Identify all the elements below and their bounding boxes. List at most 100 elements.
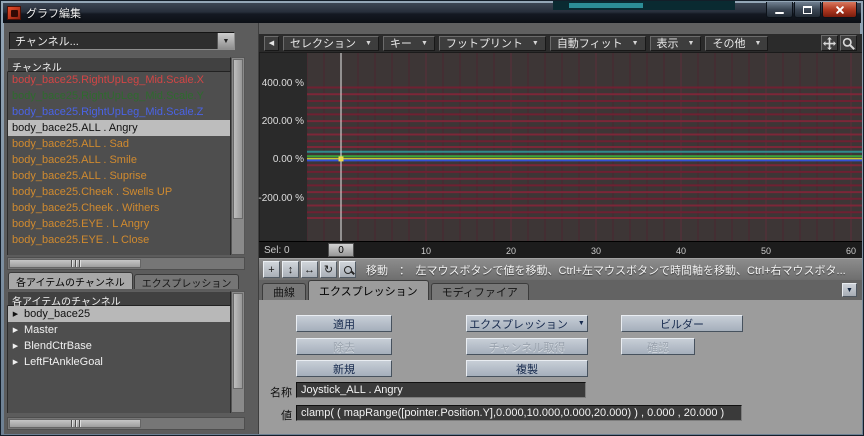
pan-tool-button[interactable] bbox=[821, 35, 838, 51]
menu-label: フットプリント bbox=[445, 38, 523, 50]
minimize-button[interactable] bbox=[766, 2, 793, 18]
chevron-down-icon[interactable]: ▼ bbox=[217, 33, 234, 49]
item-tree-hscrollbar[interactable] bbox=[7, 417, 245, 430]
channel-row[interactable]: body_bace25.Cheek . Withers bbox=[8, 200, 230, 216]
maximize-icon bbox=[803, 5, 812, 14]
channel-row[interactable]: body_bace25.RightUpLeg_Mid.Scale.X bbox=[8, 72, 230, 88]
channel-row[interactable]: body_bace25.RightUpLeg_Mid.Scale.Z bbox=[8, 104, 230, 120]
x-tick-label: 20 bbox=[505, 246, 516, 256]
tab-item-channels[interactable]: 各アイテムのチャンネル bbox=[8, 272, 133, 289]
graph-toolbar-icons bbox=[821, 35, 857, 51]
toolbar-menu-footprint[interactable]: フットプリント ▼ bbox=[438, 35, 546, 51]
graph-toolbar: ◀ セレクション ▼ キー ▼ フットプリント ▼ 自動フィット ▼ 表示 ▼ その他 ▼ bbox=[259, 34, 862, 53]
y-axis-label: 0.00 % bbox=[272, 154, 304, 165]
apply-button[interactable]: 適用 bbox=[296, 315, 392, 332]
scrollbar-handle[interactable] bbox=[9, 419, 141, 428]
tab-expression-list[interactable]: エクスプレッション bbox=[133, 274, 240, 290]
tree-item[interactable]: ▶ Master bbox=[8, 322, 230, 338]
new-button[interactable]: 新規 bbox=[296, 360, 392, 377]
tree-item[interactable]: ▶ LeftFtAnkleGoal bbox=[8, 354, 230, 370]
expand-arrow-icon[interactable]: ▶ bbox=[11, 358, 20, 366]
button-label: 新規 bbox=[333, 363, 355, 376]
zoom-tool-button[interactable] bbox=[840, 35, 857, 51]
button-label: エクスプレッション bbox=[469, 318, 568, 331]
expand-arrow-icon[interactable]: ▶ bbox=[11, 310, 20, 318]
toolbar-menu-key[interactable]: キー ▼ bbox=[382, 35, 435, 51]
builder-button[interactable]: ビルダー bbox=[621, 315, 743, 332]
strip-buttons: + ↕ ↔ ↻ bbox=[263, 261, 356, 278]
window-title: グラフ編集 bbox=[26, 8, 81, 20]
item-tree: ▶ body_bace25 ▶ Master ▶ BlendCtrBase ▶ LeftFtA… bbox=[7, 306, 231, 413]
toolbar-menu-selection[interactable]: セレクション ▼ bbox=[283, 35, 379, 51]
menu-label: 自動フィット bbox=[556, 38, 623, 50]
tree-item-label: BlendCtrBase bbox=[24, 340, 92, 352]
graph-edit-window: グラフ編集 チャンネル... ▼ チャンネル body_bace25.Right… bbox=[0, 0, 864, 436]
tree-item[interactable]: ▶ body_bace25 bbox=[8, 306, 230, 322]
channel-row[interactable]: body_bace25.ALL . Smile bbox=[8, 152, 230, 168]
region-zoom-button[interactable] bbox=[339, 261, 356, 278]
channel-list-header: チャンネル bbox=[7, 57, 231, 74]
x-tick-label: 60 bbox=[845, 246, 856, 256]
background-window-fragment bbox=[553, 1, 735, 10]
tool-strip: + ↕ ↔ ↻ 移動 ： 左マウスボタンで値を移動、Ctrl+左マウスボタンで時間軸を… bbox=[259, 258, 862, 280]
move-vertical-button[interactable]: ↕ bbox=[282, 261, 299, 278]
channel-row[interactable]: body_bace25.ALL . Angry bbox=[8, 120, 230, 136]
channel-row[interactable]: body_bace25.ALL . Sad bbox=[8, 136, 230, 152]
channel-row[interactable]: body_bace25.EYE . L Angry bbox=[8, 216, 230, 232]
expand-arrow-icon[interactable]: ▶ bbox=[11, 342, 20, 350]
current-frame-indicator[interactable]: 0 bbox=[328, 243, 354, 257]
channel-row[interactable]: body_bace25.EYE . L Close bbox=[8, 232, 230, 248]
status-hint: 移動 ： 左マウスボタンで値を移動、Ctrl+左マウスボタンで時間軸を移動、Ct… bbox=[366, 264, 846, 277]
selection-count: Sel: 0 bbox=[264, 245, 290, 256]
channel-row[interactable]: body_bace25.ALL . Suprise bbox=[8, 168, 230, 184]
channel-list-hscrollbar[interactable] bbox=[7, 257, 245, 270]
remove-button[interactable]: 除去 bbox=[296, 338, 392, 355]
item-tree-scrollbar[interactable] bbox=[231, 291, 245, 413]
expression-value-field[interactable]: clamp( ( mapRange([pointer.Position.Y],0… bbox=[296, 405, 742, 421]
move-keys-button[interactable]: + bbox=[263, 261, 280, 278]
x-tick-label: 10 bbox=[420, 246, 431, 256]
duplicate-button[interactable]: 複製 bbox=[466, 360, 588, 377]
tab-curve[interactable]: 曲線 bbox=[262, 283, 306, 300]
time-ruler[interactable]: Sel: 0 10 20 30 40 50 60 0 bbox=[259, 241, 862, 258]
scrollbar-handle[interactable] bbox=[233, 293, 243, 389]
toolbar-menu-autofit[interactable]: 自動フィット ▼ bbox=[549, 35, 646, 51]
chevron-down-icon: ▼ bbox=[420, 39, 428, 47]
curve-plot-area[interactable] bbox=[307, 53, 862, 241]
y-axis-labels: 400.00 % 200.00 % 0.00 % -200.00 % bbox=[258, 53, 307, 241]
scrollbar-handle[interactable] bbox=[233, 59, 243, 219]
button-label: 複製 bbox=[516, 363, 538, 376]
channel-filter-dropdown[interactable]: チャンネル... ▼ bbox=[9, 32, 235, 50]
toolbar-menu-other[interactable]: その他 ▼ bbox=[705, 35, 769, 51]
menu-label: セレクション bbox=[290, 38, 356, 50]
maximize-button[interactable] bbox=[794, 2, 821, 18]
move-horizontal-button[interactable]: ↔ bbox=[301, 261, 318, 278]
scrollbar-handle[interactable] bbox=[9, 259, 141, 268]
expression-name-field[interactable]: Joystick_ALL . Angry bbox=[296, 382, 586, 398]
menu-label: その他 bbox=[712, 38, 746, 50]
channel-list-scrollbar[interactable] bbox=[231, 57, 245, 255]
chevron-down-icon: ▼ bbox=[754, 39, 762, 47]
y-axis-label: 200.00 % bbox=[261, 116, 304, 127]
confirm-button[interactable]: 確認 bbox=[621, 338, 695, 355]
collapse-panel-button[interactable]: ◀ bbox=[264, 35, 279, 51]
tabs-dropdown-button[interactable]: ▼ bbox=[842, 283, 857, 297]
tab-modifier[interactable]: モディファイア bbox=[430, 283, 529, 300]
cycle-button[interactable]: ↻ bbox=[320, 261, 337, 278]
name-label: 名称 bbox=[270, 387, 292, 399]
tree-item[interactable]: ▶ BlendCtrBase bbox=[8, 338, 230, 354]
get-channel-button[interactable]: チャンネル取得 bbox=[466, 338, 588, 355]
expression-menu-button[interactable]: エクスプレッション ▼ bbox=[466, 315, 588, 332]
channel-row[interactable]: body_bace25.RightUpLeg_Mid.Scale.Y bbox=[8, 88, 230, 104]
y-axis-label: 400.00 % bbox=[261, 78, 304, 89]
left-panel-tabs: 各アイテムのチャンネル エクスプレッション bbox=[8, 272, 240, 290]
bottom-tabs-bar: 曲線 エクスプレッション モディファイア ▼ bbox=[259, 280, 862, 300]
zoom-icon bbox=[842, 37, 855, 50]
close-button[interactable] bbox=[822, 2, 857, 18]
toolbar-menu-view[interactable]: 表示 ▼ bbox=[649, 35, 702, 51]
channel-row[interactable]: body_bace25.Cheek . Swells UP bbox=[8, 184, 230, 200]
expand-arrow-icon[interactable]: ▶ bbox=[11, 326, 20, 334]
item-list-header: 各アイテムのチャンネル bbox=[7, 291, 231, 308]
tab-expression[interactable]: エクスプレッション bbox=[308, 280, 429, 300]
channel-list: body_bace25.RightUpLeg_Mid.Scale.X body_b… bbox=[7, 72, 231, 255]
